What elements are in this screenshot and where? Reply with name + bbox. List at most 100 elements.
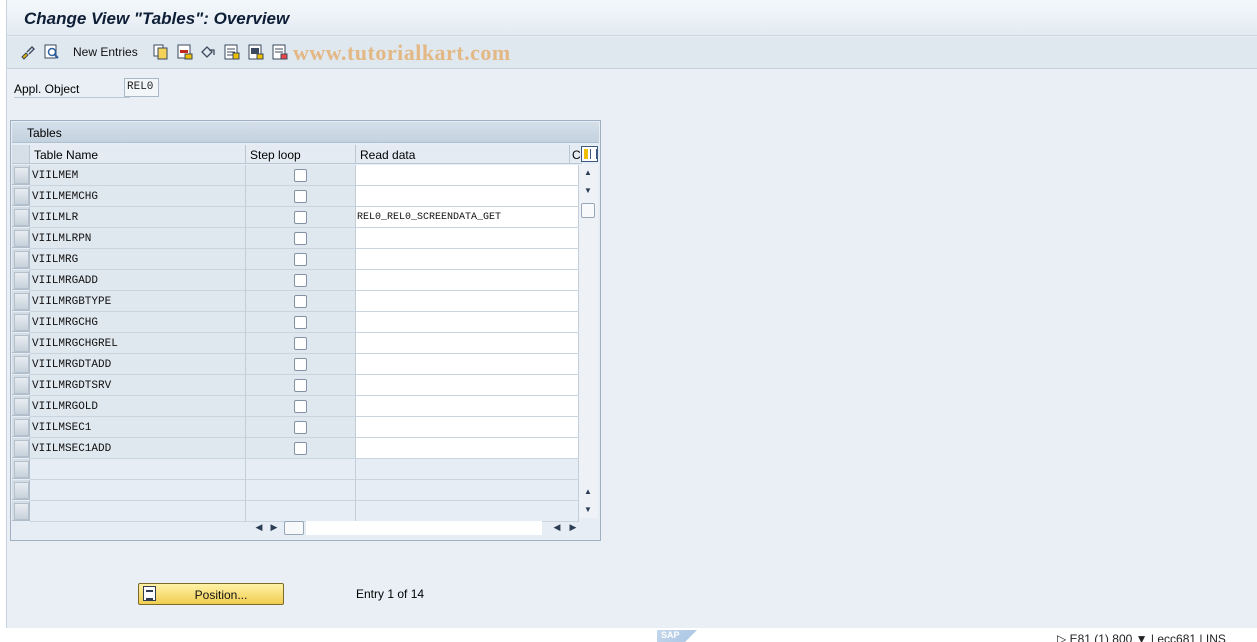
table-name-cell: VIILMRGDTADD [30, 354, 246, 375]
table-settings-icon[interactable] [581, 146, 598, 162]
table-row[interactable]: VIILMRG [12, 249, 579, 270]
table-row[interactable]: VIILMRGADD [12, 270, 579, 291]
table-row[interactable] [12, 459, 579, 480]
server-info: ecc681 [1157, 632, 1197, 642]
step-loop-checkbox[interactable] [294, 337, 307, 350]
row-selector[interactable] [12, 333, 30, 353]
row-selector[interactable] [12, 396, 30, 416]
scroll-right-end-icon[interactable]: ▶ [568, 522, 578, 534]
read-data-cell[interactable] [356, 228, 579, 249]
read-data-cell[interactable] [356, 396, 579, 417]
row-selector[interactable] [12, 207, 30, 227]
step-loop-checkbox[interactable] [294, 379, 307, 392]
read-data-cell[interactable] [356, 354, 579, 375]
new-entries-button[interactable]: New Entries [73, 45, 138, 59]
read-data-cell[interactable] [356, 312, 579, 333]
row-selector[interactable] [12, 417, 30, 437]
read-data-cell[interactable] [356, 270, 579, 291]
scroll-left-end-icon[interactable]: ◀ [552, 522, 562, 534]
scroll-thumb[interactable] [581, 203, 595, 218]
column-header-read-data[interactable]: Read data [356, 145, 570, 164]
row-selector[interactable] [12, 354, 30, 374]
step-loop-checkbox[interactable] [294, 400, 307, 413]
page-down-icon[interactable]: ▼ [583, 505, 593, 515]
step-loop-checkbox[interactable] [294, 295, 307, 308]
read-data-cell[interactable] [356, 249, 579, 270]
column-header-table-name[interactable]: Table Name [30, 145, 246, 164]
row-selector[interactable] [12, 312, 30, 332]
horizontal-scrollbar[interactable]: ◀ ▶ ◀ ▶ [246, 519, 580, 537]
table-row[interactable]: VIILMSEC1ADD [12, 438, 579, 459]
step-loop-checkbox[interactable] [294, 442, 307, 455]
step-loop-checkbox[interactable] [294, 358, 307, 371]
step-loop-checkbox[interactable] [294, 169, 307, 182]
read-data-cell[interactable] [356, 333, 579, 354]
select-all-icon[interactable] [224, 44, 240, 60]
undo-change-icon[interactable] [200, 44, 216, 60]
position-button[interactable]: Position... [138, 583, 284, 605]
select-block-icon[interactable] [248, 44, 264, 60]
copy-as-icon[interactable] [153, 44, 169, 60]
table-row[interactable]: VIILMRGBTYPE [12, 291, 579, 312]
step-loop-checkbox[interactable] [294, 211, 307, 224]
scroll-right-icon[interactable]: ▶ [269, 522, 279, 534]
appl-object-field[interactable]: REL0 [124, 78, 159, 97]
table-row[interactable]: VIILMSEC1 [12, 417, 579, 438]
table-row[interactable]: VIILMRGDTADD [12, 354, 579, 375]
row-selector[interactable] [12, 480, 30, 500]
select-all-rows-button[interactable] [12, 145, 30, 164]
read-data-cell[interactable] [356, 186, 579, 207]
read-data-cell[interactable] [356, 417, 579, 438]
table-name-cell: VIILMRGDTSRV [30, 375, 246, 396]
row-selector[interactable] [12, 501, 30, 521]
column-header-step-loop[interactable]: Step loop [246, 145, 356, 164]
page-up-icon[interactable]: ▲ [583, 487, 593, 497]
step-loop-checkbox[interactable] [294, 316, 307, 329]
read-data-cell[interactable] [356, 165, 579, 186]
scroll-down-icon[interactable]: ▼ [583, 186, 593, 196]
collapse-status-icon[interactable]: ▷ [1057, 632, 1066, 642]
deselect-all-icon[interactable] [272, 44, 288, 60]
table-row[interactable]: VIILMRGCHGREL [12, 333, 579, 354]
page-title: Change View "Tables": Overview [24, 9, 290, 28]
table-row[interactable] [12, 480, 579, 501]
table-row[interactable]: VIILMRGOLD [12, 396, 579, 417]
row-selector[interactable] [12, 249, 30, 269]
table-row[interactable]: VIILMEM [12, 165, 579, 186]
row-selector[interactable] [12, 459, 30, 479]
system-info[interactable]: ▷ E81 (1) 800 ▼ | ecc681 | INS [1057, 632, 1226, 642]
display-change-icon[interactable] [20, 44, 36, 60]
row-selector[interactable] [12, 291, 30, 311]
table-row[interactable]: VIILMEMCHG [12, 186, 579, 207]
step-loop-checkbox[interactable] [294, 274, 307, 287]
table-row[interactable]: VIILMRGCHG [12, 312, 579, 333]
step-loop-cell [246, 207, 356, 228]
table-row[interactable]: VIILMLRPN [12, 228, 579, 249]
read-data-cell[interactable]: REL0_REL0_SCREENDATA_GET [356, 207, 579, 228]
session-dropdown-icon[interactable]: ▼ [1136, 632, 1148, 642]
read-data-cell[interactable] [356, 438, 579, 459]
scroll-up-icon[interactable]: ▲ [583, 168, 593, 178]
step-loop-cell [246, 438, 356, 459]
row-selector[interactable] [12, 270, 30, 290]
step-loop-checkbox[interactable] [294, 190, 307, 203]
table-row[interactable]: VIILMLR REL0_REL0_SCREENDATA_GET [12, 207, 579, 228]
horizontal-scroll-thumb[interactable] [284, 521, 304, 535]
step-loop-checkbox[interactable] [294, 253, 307, 266]
find-icon[interactable] [44, 44, 60, 60]
read-data-cell[interactable] [356, 291, 579, 312]
step-loop-checkbox[interactable] [294, 232, 307, 245]
horizontal-scroll-track[interactable] [306, 521, 542, 535]
title-bar: Change View "Tables": Overview [7, 0, 1257, 36]
table-row[interactable]: VIILMRGDTSRV [12, 375, 579, 396]
scroll-left-icon[interactable]: ◀ [254, 522, 264, 534]
read-data-cell[interactable] [356, 375, 579, 396]
row-selector[interactable] [12, 375, 30, 395]
vertical-scrollbar[interactable]: ▲ ▼ ▲ ▼ [579, 164, 598, 518]
row-selector[interactable] [12, 438, 30, 458]
row-selector[interactable] [12, 186, 30, 206]
row-selector[interactable] [12, 228, 30, 248]
delete-icon[interactable] [177, 44, 193, 60]
row-selector[interactable] [12, 165, 30, 185]
step-loop-checkbox[interactable] [294, 421, 307, 434]
